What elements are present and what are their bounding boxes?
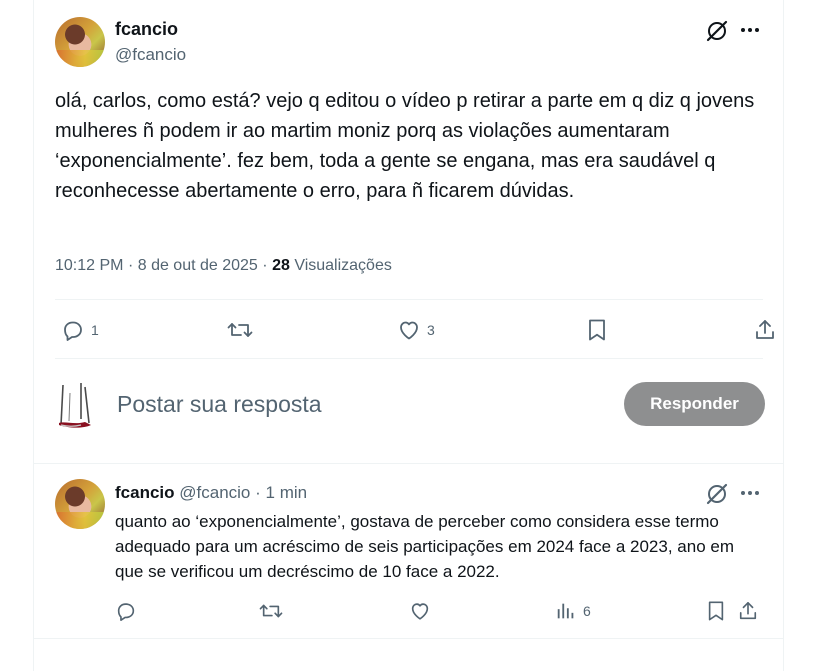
bookmark-icon bbox=[589, 319, 605, 341]
share-icon bbox=[739, 602, 757, 620]
heart-icon bbox=[411, 603, 429, 620]
reply-icon bbox=[117, 603, 135, 621]
meta-separator: · bbox=[262, 257, 268, 274]
more-icon[interactable] bbox=[738, 18, 762, 42]
post-date[interactable]: 8 de out de 2025 bbox=[138, 257, 258, 274]
reply-composer: Postar sua resposta Responder bbox=[55, 376, 765, 436]
like-count: 3 bbox=[427, 322, 435, 338]
repost-icon bbox=[227, 323, 253, 337]
meta-separator: · bbox=[255, 483, 261, 502]
views-icon bbox=[557, 603, 574, 619]
author-handle[interactable]: @fcancio bbox=[115, 45, 186, 65]
author-name[interactable]: fcancio bbox=[115, 19, 178, 40]
author-avatar[interactable] bbox=[55, 17, 105, 67]
repost-button[interactable] bbox=[227, 318, 259, 342]
grok-icon[interactable] bbox=[706, 483, 728, 505]
heart-icon bbox=[400, 321, 418, 340]
bookmark-button[interactable] bbox=[586, 318, 608, 342]
post-text: olá, carlos, como está? vejo q editou o … bbox=[55, 90, 755, 202]
reply-count: 1 bbox=[91, 322, 99, 338]
grok-icon[interactable] bbox=[706, 20, 728, 42]
my-avatar[interactable] bbox=[55, 379, 99, 431]
reply-button[interactable]: 1 bbox=[61, 318, 99, 342]
divider bbox=[55, 299, 763, 300]
reply-icon bbox=[64, 321, 82, 341]
bookmark-icon bbox=[708, 601, 724, 621]
meta-separator: · bbox=[127, 257, 134, 274]
conversation-column: fcancio @fcancio olá, carlos, como está?… bbox=[33, 0, 784, 671]
post-actions: 1 3 bbox=[55, 310, 774, 350]
post-metadata: 10:12 PM · 8 de out de 2025 · 28 Visuali… bbox=[55, 257, 392, 275]
reply-author-name[interactable]: fcancio bbox=[115, 483, 175, 502]
share-button[interactable] bbox=[754, 318, 776, 342]
divider bbox=[34, 463, 783, 464]
reply-author-avatar[interactable] bbox=[55, 479, 105, 529]
more-icon[interactable] bbox=[738, 481, 762, 505]
views-label: Visualizações bbox=[294, 257, 392, 274]
views-count: 6 bbox=[583, 603, 591, 619]
views-button[interactable]: 6 bbox=[555, 600, 591, 622]
divider bbox=[34, 638, 783, 639]
reply-actions: 6 bbox=[115, 598, 765, 626]
repost-icon bbox=[259, 604, 283, 618]
bookmark-button[interactable] bbox=[706, 600, 726, 622]
reply-button[interactable] bbox=[115, 600, 137, 622]
share-button[interactable] bbox=[738, 600, 758, 622]
repost-button[interactable] bbox=[259, 600, 283, 622]
views-count: 28 bbox=[272, 257, 290, 274]
reply-submit-button[interactable]: Responder bbox=[624, 382, 765, 426]
reply-header: fcancio @fcancio · 1 min bbox=[115, 483, 307, 503]
divider bbox=[55, 358, 763, 359]
reply-text: quanto ao ‘exponencialmente’, gostava de… bbox=[115, 512, 734, 581]
reply-input[interactable]: Postar sua resposta bbox=[117, 391, 322, 418]
post-time[interactable]: 10:12 PM bbox=[55, 257, 123, 274]
like-button[interactable] bbox=[409, 600, 431, 622]
reply-time[interactable]: 1 min bbox=[266, 483, 308, 502]
like-button[interactable]: 3 bbox=[397, 318, 435, 342]
reply-author-handle[interactable]: @fcancio bbox=[179, 483, 250, 502]
share-icon bbox=[756, 320, 774, 339]
